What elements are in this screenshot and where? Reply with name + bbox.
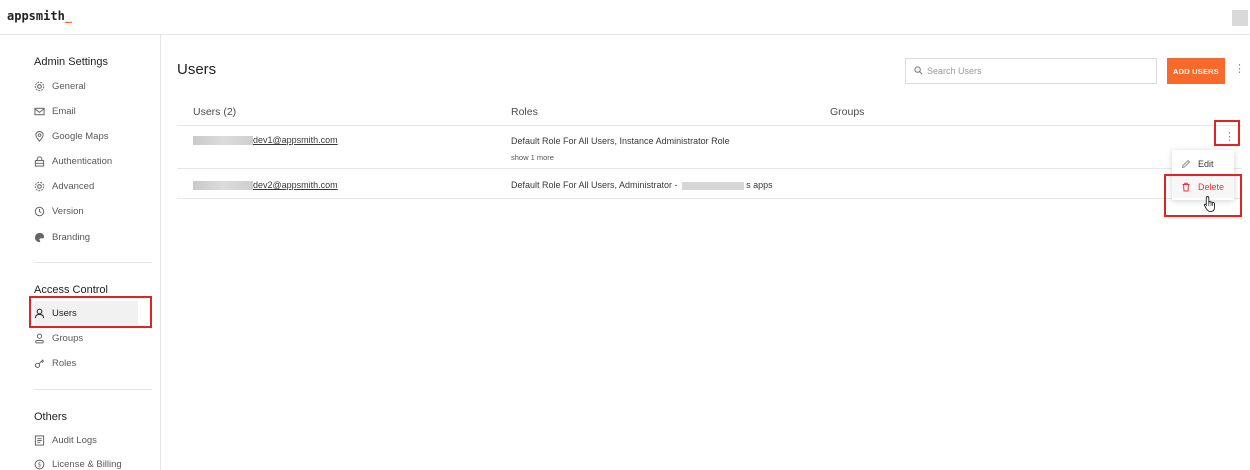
gear-icon <box>34 181 45 192</box>
sidebar-divider <box>34 262 152 263</box>
sidebar-item-audit-logs[interactable]: Audit Logs <box>34 428 138 452</box>
page-title: Users <box>177 61 217 78</box>
sidebar-item-email[interactable]: Email <box>34 99 138 123</box>
user-roles: Default Role For All Users, Administrato… <box>511 180 773 190</box>
lock-icon <box>34 155 45 167</box>
sidebar-item-general[interactable]: General <box>34 74 138 98</box>
redacted-name <box>682 181 745 190</box>
svg-text:$: $ <box>38 461 42 468</box>
pencil-icon <box>1181 159 1191 169</box>
search-box[interactable] <box>905 58 1157 84</box>
sidebar-item-authentication[interactable]: Authentication <box>34 149 138 173</box>
sidebar-item-groups[interactable]: Groups <box>34 326 138 350</box>
user-email[interactable]: dev1@appsmith.com <box>193 135 338 145</box>
redacted-name <box>193 180 253 190</box>
table-row[interactable]: dev2@appsmith.com Default Role For All U… <box>177 169 1242 199</box>
sidebar-item-roles[interactable]: Roles <box>34 351 138 375</box>
sidebar-item-google-maps[interactable]: Google Maps <box>34 124 138 148</box>
top-bar: appsmith_ <box>0 0 1250 35</box>
highlight-box-users <box>29 296 152 328</box>
section-title-admin-settings: Admin Settings <box>34 56 108 68</box>
show-more-link[interactable]: show 1 more <box>511 153 554 162</box>
billing-icon: $ <box>34 459 45 470</box>
table-header: Users (2) Roles Groups <box>177 96 1242 126</box>
section-title-others: Others <box>34 411 68 423</box>
edit-menu-item[interactable]: Edit <box>1172 153 1234 175</box>
highlight-box-more-options <box>1214 120 1240 146</box>
user-email[interactable]: dev2@appsmith.com <box>193 180 338 190</box>
sidebar-item-version[interactable]: Version <box>34 199 138 223</box>
key-icon <box>34 358 45 369</box>
group-icon <box>34 333 45 344</box>
palette-icon <box>34 232 45 243</box>
add-users-button[interactable]: ADD USERS <box>1167 58 1225 84</box>
redacted-name <box>193 135 253 145</box>
column-header-groups: Groups <box>830 106 865 118</box>
app-logo[interactable]: appsmith_ <box>7 9 72 23</box>
column-header-roles: Roles <box>511 106 538 118</box>
sidebar-item-advanced[interactable]: Advanced <box>34 174 138 198</box>
more-options-icon[interactable]: ⋮ <box>1234 62 1245 75</box>
sidebar-item-license-billing[interactable]: $ License & Billing <box>34 452 138 470</box>
table-row[interactable]: dev1@appsmith.com Default Role For All U… <box>177 126 1242 169</box>
hand-cursor-icon <box>1203 195 1217 213</box>
mail-icon <box>34 106 45 117</box>
search-input[interactable] <box>927 66 1147 76</box>
search-icon <box>914 65 927 77</box>
log-icon <box>34 434 45 446</box>
user-roles: Default Role For All Users, Instance Adm… <box>511 136 730 146</box>
column-header-users: Users (2) <box>193 106 237 118</box>
map-pin-icon <box>34 130 45 142</box>
section-title-access-control: Access Control <box>34 284 108 296</box>
sidebar-item-branding[interactable]: Branding <box>34 225 138 249</box>
sidebar-divider <box>34 389 152 390</box>
gear-icon <box>34 81 45 92</box>
avatar[interactable] <box>1232 10 1248 26</box>
clock-icon <box>34 206 45 217</box>
